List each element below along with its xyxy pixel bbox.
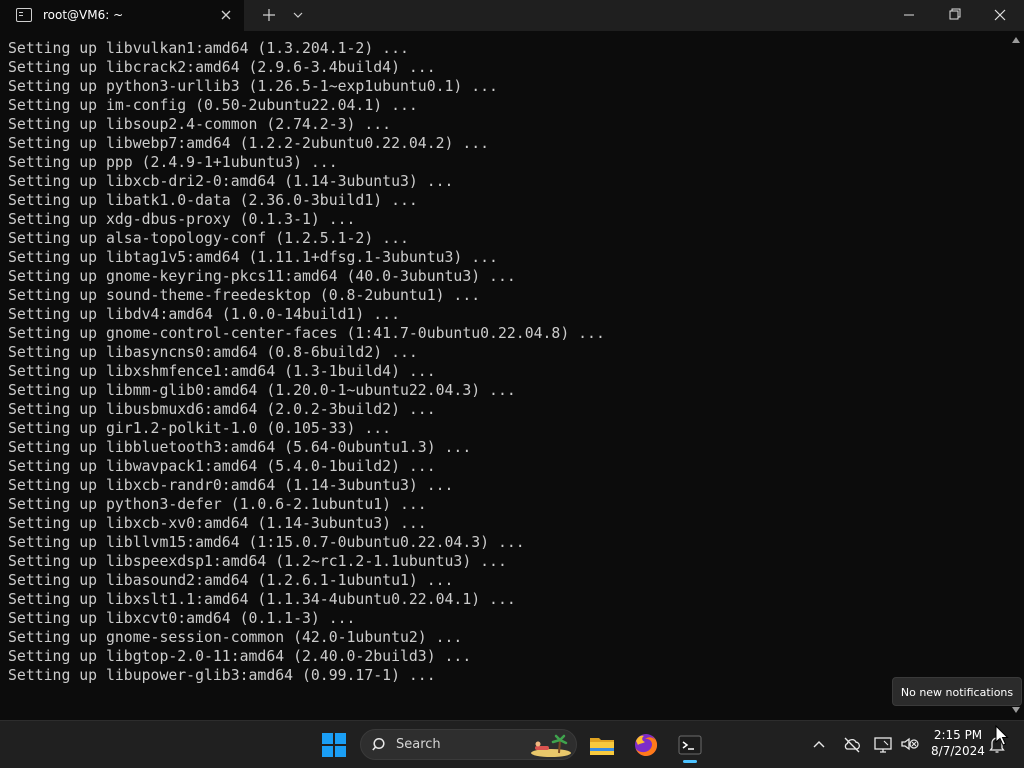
tab-terminal[interactable]: root@VM6: ~ [0,0,244,31]
terminal-icon [678,735,702,755]
file-explorer-button[interactable] [584,727,620,763]
search-icon [372,737,385,751]
display-tray-button[interactable] [872,733,894,755]
terminal-line: Setting up python3-urllib3 (1.26.5-1~exp… [8,78,498,95]
terminal-line: Setting up libxslt1.1:amd64 (1.1.34-4ubu… [8,591,516,608]
terminal-line: Setting up libdv4:amd64 (1.0.0-14build1)… [8,306,400,323]
scroll-down-icon[interactable] [1012,707,1020,713]
chevron-down-icon [293,12,303,18]
cloud-off-icon [844,737,860,753]
active-app-indicator [683,760,697,763]
terminal-line: Setting up sound-theme-freedesktop (0.8-… [8,287,481,304]
speaker-muted-icon [901,737,919,751]
close-icon [221,10,231,20]
terminal-line: Setting up gnome-control-center-faces (1… [8,325,605,342]
terminal-line: Setting up libatk1.0-data (2.36.0-3build… [8,192,418,209]
firefox-icon [635,733,658,756]
terminal-line: Setting up libmm-glib0:amd64 (1.20.0-1~u… [8,382,516,399]
scroll-up-icon[interactable] [1012,37,1020,43]
terminal-line: Setting up libsoup2.4-common (2.74.2-3) … [8,116,392,133]
terminal-line: Setting up libwavpack1:amd64 (5.4.0-1bui… [8,458,436,475]
terminal-line: Setting up libupower-glib3:amd64 (0.99.1… [8,667,436,684]
terminal-line: Setting up python3-defer (1.0.6-2.1ubunt… [8,496,427,513]
close-tab-button[interactable] [216,5,236,25]
clock[interactable]: 2:15 PM 8/7/2024 [924,727,992,763]
terminal-lines: Setting up libvulkan1:amd64 (1.3.204.1-2… [8,39,605,685]
search-label: Search [396,737,441,752]
mouse-cursor-icon [995,725,1009,746]
terminal-line: Setting up alsa-topology-conf (1.2.5.1-2… [8,230,409,247]
terminal-line: Setting up libvulkan1:amd64 (1.3.204.1-2… [8,40,409,57]
terminal-line: Setting up im-config (0.50-2ubuntu22.04.… [8,97,418,114]
title-bar: root@VM6: ~ [0,0,1024,31]
beach-illustration-icon [531,734,571,757]
terminal-line: Setting up libxcvt0:amd64 (0.1.1-3) ... [8,610,356,627]
close-icon [994,9,1006,21]
terminal-line: Setting up libxcb-dri2-0:amd64 (1.14-3ub… [8,173,454,190]
terminal-line: Setting up libcrack2:amd64 (2.9.6-3.4bui… [8,59,436,76]
terminal-line: Setting up libxcb-randr0:amd64 (1.14-3ub… [8,477,454,494]
terminal-line: Setting up libxshmfence1:amd64 (1.3-1bui… [8,363,436,380]
terminal-line: Setting up libtag1v5:amd64 (1.11.1+dfsg.… [8,249,498,266]
terminal-output[interactable]: Setting up libvulkan1:amd64 (1.3.204.1-2… [0,31,1008,718]
terminal-line: Setting up libgtop-2.0-11:amd64 (2.40.0-… [8,648,472,665]
onedrive-tray-button[interactable] [841,733,863,755]
terminal-line: Setting up libusbmuxd6:amd64 (2.0.2-3bui… [8,401,436,418]
desktop: root@VM6: ~ Setting up libvulkan1:amd64 … [0,0,1024,768]
terminal-line: Setting up libxcb-xv0:amd64 (1.14-3ubunt… [8,515,427,532]
tab-title: root@VM6: ~ [43,8,124,22]
terminal-line: Setting up libasound2:amd64 (1.2.6.1-1ub… [8,572,454,589]
plus-icon [263,9,275,21]
restore-icon [949,8,961,20]
chevron-up-icon [813,741,825,748]
minimize-icon [904,14,914,16]
display-icon [874,737,892,753]
minimize-button[interactable] [886,0,932,31]
terminal-line: Setting up xdg-dbus-proxy (0.1.3-1) ... [8,211,356,228]
terminal-line: Setting up libllvm15:amd64 (1:15.0.7-0ub… [8,534,525,551]
restore-button[interactable] [932,0,978,31]
terminal-line: Setting up ppp (2.4.9-1+1ubuntu3) ... [8,154,338,171]
terminal-icon [16,8,32,22]
taskbar: Search 2:15 PM 8/7/2024 [0,720,1024,768]
terminal-line: Setting up libbluetooth3:amd64 (5.64-0ub… [8,439,472,456]
tab-dropdown-button[interactable] [289,0,307,31]
terminal-line: Setting up gir1.2-polkit-1.0 (0.105-33) … [8,420,392,437]
notification-tooltip: No new notifications [892,677,1022,706]
clock-time: 2:15 PM [933,728,983,742]
terminal-line: Setting up libwebp7:amd64 (1.2.2-2ubuntu… [8,135,490,152]
clock-date: 8/7/2024 [931,744,985,758]
firefox-button[interactable] [628,727,664,763]
terminal-line: Setting up gnome-keyring-pkcs11:amd64 (4… [8,268,516,285]
terminal-line: Setting up libasyncns0:amd64 (0.8-6build… [8,344,418,361]
terminal-line: Setting up gnome-session-common (42.0-1u… [8,629,463,646]
terminal-line: Setting up libspeexdsp1:amd64 (1.2~rc1.2… [8,553,507,570]
scrollbar[interactable] [1008,31,1024,718]
folder-icon [590,738,614,755]
terminal-taskbar-button[interactable] [672,727,708,763]
new-tab-button[interactable] [258,0,280,31]
start-button[interactable] [316,727,352,763]
search-box[interactable]: Search [360,729,577,760]
close-window-button[interactable] [978,0,1024,31]
show-hidden-icons-button[interactable] [808,733,830,755]
volume-tray-button[interactable] [899,733,921,755]
